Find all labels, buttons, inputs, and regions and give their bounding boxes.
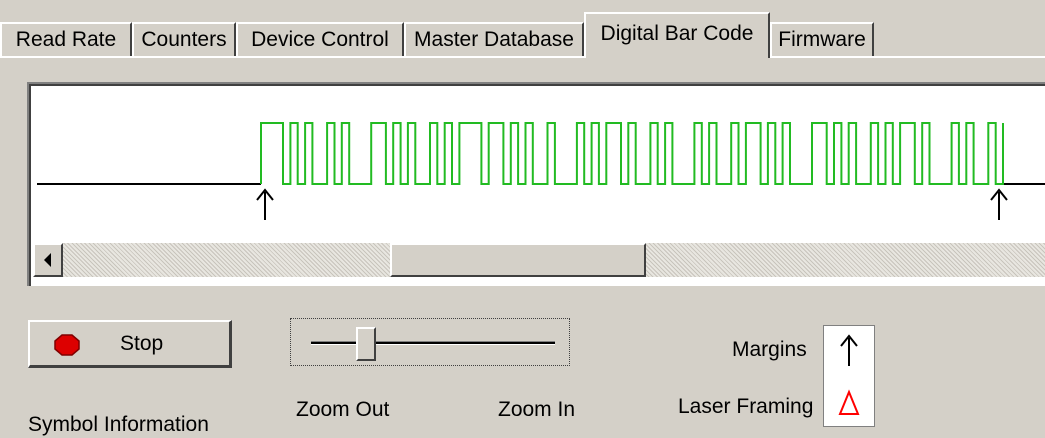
waveform-scrollbar[interactable] (33, 243, 1045, 277)
laser-framing-label: Laser Framing (678, 395, 814, 418)
tab-bar: Read Rate Counters Device Control Master… (0, 0, 1045, 60)
margin-marker-right-icon (990, 188, 1008, 220)
zoom-out-label: Zoom Out (296, 398, 390, 421)
symbol-information-label: Symbol Information (28, 413, 209, 436)
stop-button-label: Stop (120, 332, 164, 355)
zoom-slider-track (311, 341, 555, 345)
tab-counters[interactable]: Counters (132, 22, 236, 56)
tab-master-database[interactable]: Master Database (404, 22, 584, 56)
up-arrow-icon (840, 334, 858, 366)
tab-digital-bar-code[interactable]: Digital Bar Code (584, 12, 770, 58)
legend-box (823, 325, 875, 427)
tab-firmware[interactable]: Firmware (770, 22, 874, 56)
tab-panel-border (0, 56, 1045, 58)
scroll-thumb[interactable] (390, 243, 646, 277)
zoom-slider[interactable] (290, 318, 570, 366)
barcode-waveform (37, 122, 1045, 220)
stop-button[interactable]: Stop (28, 320, 232, 368)
stop-icon (54, 334, 80, 356)
margin-marker-left-icon (256, 188, 274, 220)
scroll-left-button[interactable] (33, 243, 63, 277)
zoom-in-label: Zoom In (498, 398, 576, 421)
tab-device-control[interactable]: Device Control (236, 22, 404, 56)
scroll-left-arrow-icon (44, 253, 51, 267)
zoom-slider-thumb[interactable] (356, 327, 376, 361)
margins-label: Margins (732, 338, 807, 361)
tab-read-rate[interactable]: Read Rate (0, 22, 132, 56)
waveform-signal (260, 122, 1004, 185)
legend-symbols (838, 334, 860, 415)
red-triangle-icon (838, 389, 860, 415)
